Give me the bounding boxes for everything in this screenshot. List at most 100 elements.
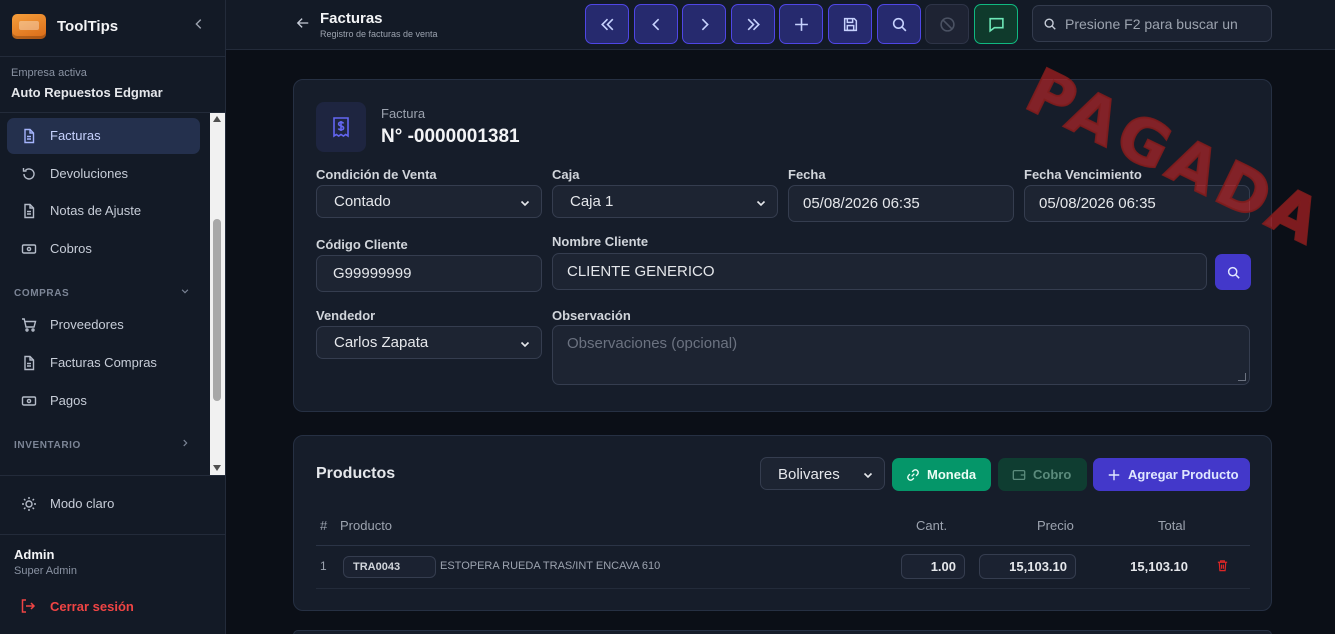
- save-icon: [843, 17, 858, 32]
- sidebar-item-notas-de-ajuste[interactable]: Notas de Ajuste: [7, 193, 200, 229]
- table-header-divider: [316, 545, 1250, 546]
- section-inventario[interactable]: INVENTARIO: [14, 440, 81, 451]
- brand-logo-icon: [12, 14, 46, 39]
- table-row-divider: [316, 588, 1250, 589]
- sidebar-item-proveedores[interactable]: Proveedores: [7, 307, 200, 343]
- previous-record-button[interactable]: [634, 4, 678, 44]
- active-company: Empresa activa Auto Repuestos Edgmar: [0, 57, 225, 113]
- search-icon: [1043, 17, 1057, 31]
- file-text-icon: [21, 355, 38, 372]
- search-icon: [892, 17, 907, 32]
- caja-label: Caja: [552, 167, 580, 182]
- sidebar-item-facturas-compras[interactable]: Facturas Compras: [7, 345, 200, 381]
- brand: ToolTips: [0, 0, 225, 57]
- sidebar-item-pagos[interactable]: Pagos: [7, 383, 200, 419]
- add-product-button[interactable]: Agregar Producto: [1093, 458, 1250, 491]
- trash-icon[interactable]: [1216, 559, 1229, 573]
- sidebar: ToolTips Empresa activa Auto Repuestos E…: [0, 0, 226, 634]
- fecha-value: 05/08/2026 06:35: [803, 195, 920, 212]
- cobro-label: Cobro: [1033, 467, 1072, 482]
- last-record-button[interactable]: [731, 4, 775, 44]
- condicion-select[interactable]: Contado: [316, 185, 542, 218]
- nombre-cliente-input[interactable]: CLIENTE GENERICO: [552, 253, 1207, 290]
- page-subtitle: Registro de facturas de venta: [320, 29, 438, 39]
- price-input[interactable]: 15,103.10: [979, 554, 1076, 579]
- caja-select[interactable]: Caja 1: [552, 185, 778, 218]
- codigo-cliente-label: Código Cliente: [316, 237, 408, 252]
- vendedor-select[interactable]: Carlos Zapata: [316, 326, 542, 359]
- sidebar-item-label: Devoluciones: [50, 166, 129, 181]
- resize-grip-icon[interactable]: [1238, 373, 1246, 381]
- row-total: 15,103.10: [1130, 559, 1188, 574]
- logout-label: Cerrar sesión: [50, 599, 134, 614]
- undo-icon: [21, 166, 38, 183]
- product-code: TRA0043: [353, 561, 401, 573]
- sidebar-item-devoluciones[interactable]: Devoluciones: [7, 156, 200, 192]
- chevron-right-icon: [701, 18, 709, 31]
- sidebar-item-facturas[interactable]: Facturas: [7, 118, 200, 154]
- cobro-button[interactable]: Cobro: [998, 458, 1087, 491]
- chevron-left-icon[interactable]: [190, 17, 208, 37]
- moneda-button[interactable]: Moneda: [892, 458, 991, 491]
- nombre-cliente-value: CLIENTE GENERICO: [567, 263, 715, 280]
- fecha-label: Fecha: [788, 167, 826, 182]
- topbar: Facturas Registro de facturas de venta: [226, 0, 1335, 50]
- column-header-price: Precio: [1037, 518, 1074, 533]
- void-button[interactable]: [925, 4, 969, 44]
- search-client-button[interactable]: [1215, 254, 1251, 290]
- file-text-icon: [21, 203, 38, 220]
- theme-toggle-button[interactable]: Modo claro: [7, 486, 200, 522]
- chevron-right-icon[interactable]: [180, 438, 190, 451]
- condicion-label: Condición de Venta: [316, 167, 437, 182]
- next-record-button[interactable]: [682, 4, 726, 44]
- currency-select[interactable]: Bolivares: [760, 457, 885, 490]
- global-search[interactable]: [1032, 5, 1272, 42]
- ban-icon: [940, 17, 955, 32]
- receipt-dollar-icon: [316, 102, 366, 152]
- cart-icon: [21, 317, 38, 334]
- first-record-button[interactable]: [585, 4, 629, 44]
- fecha-input[interactable]: 05/08/2026 06:35: [788, 185, 1014, 222]
- nombre-cliente-label: Nombre Cliente: [552, 234, 649, 249]
- scroll-down-arrow-icon[interactable]: [213, 465, 221, 471]
- user-role: Super Admin: [14, 565, 77, 577]
- chevron-down-icon[interactable]: [180, 286, 190, 299]
- qty-input[interactable]: 1.00: [901, 554, 965, 579]
- save-button[interactable]: [828, 4, 872, 44]
- arrow-left-icon[interactable]: [296, 16, 310, 32]
- search-record-button[interactable]: [877, 4, 921, 44]
- chevron-left-icon: [652, 18, 660, 31]
- sidebar-item-label: Proveedores: [50, 317, 124, 332]
- row-number: 1: [320, 559, 327, 573]
- column-header-total: Total: [1158, 518, 1186, 533]
- theme-toggle-label: Modo claro: [50, 496, 115, 511]
- chevron-down-icon: [519, 337, 531, 349]
- products-card: Productos Bolivares Moneda Cobro Agregar…: [293, 435, 1272, 611]
- chevron-down-icon: [519, 196, 531, 208]
- product-code-input[interactable]: TRA0043: [343, 556, 436, 578]
- observacion-placeholder: Observaciones (opcional): [567, 335, 738, 352]
- chat-button[interactable]: [974, 4, 1018, 44]
- chevrons-right-icon: [747, 18, 760, 31]
- chevrons-left-icon: [601, 18, 614, 31]
- sidebar-item-label: Facturas Compras: [50, 355, 157, 370]
- section-compras[interactable]: COMPRAS: [14, 288, 69, 299]
- product-description: ESTOPERA RUEDA TRAS/INT ENCAVA 610: [440, 560, 661, 572]
- chevron-down-icon: [755, 196, 767, 208]
- search-input[interactable]: [1065, 6, 1270, 41]
- scroll-thumb[interactable]: [213, 219, 221, 401]
- cash-icon: [21, 393, 38, 410]
- vendedor-label: Vendedor: [316, 308, 376, 323]
- chevron-down-icon: [862, 468, 874, 480]
- company-name: Auto Repuestos Edgmar: [11, 85, 163, 100]
- plus-icon: [795, 18, 808, 31]
- sidebar-scrollbar[interactable]: [210, 113, 225, 475]
- totals-card: [293, 630, 1272, 634]
- scroll-up-arrow-icon[interactable]: [213, 116, 221, 122]
- codigo-cliente-value: G99999999: [333, 265, 412, 282]
- observacion-textarea[interactable]: Observaciones (opcional): [552, 325, 1250, 385]
- sidebar-item-cobros[interactable]: Cobros: [7, 231, 200, 267]
- new-record-button[interactable]: [779, 4, 823, 44]
- codigo-cliente-input[interactable]: G99999999: [316, 255, 542, 292]
- company-label: Empresa activa: [11, 67, 87, 79]
